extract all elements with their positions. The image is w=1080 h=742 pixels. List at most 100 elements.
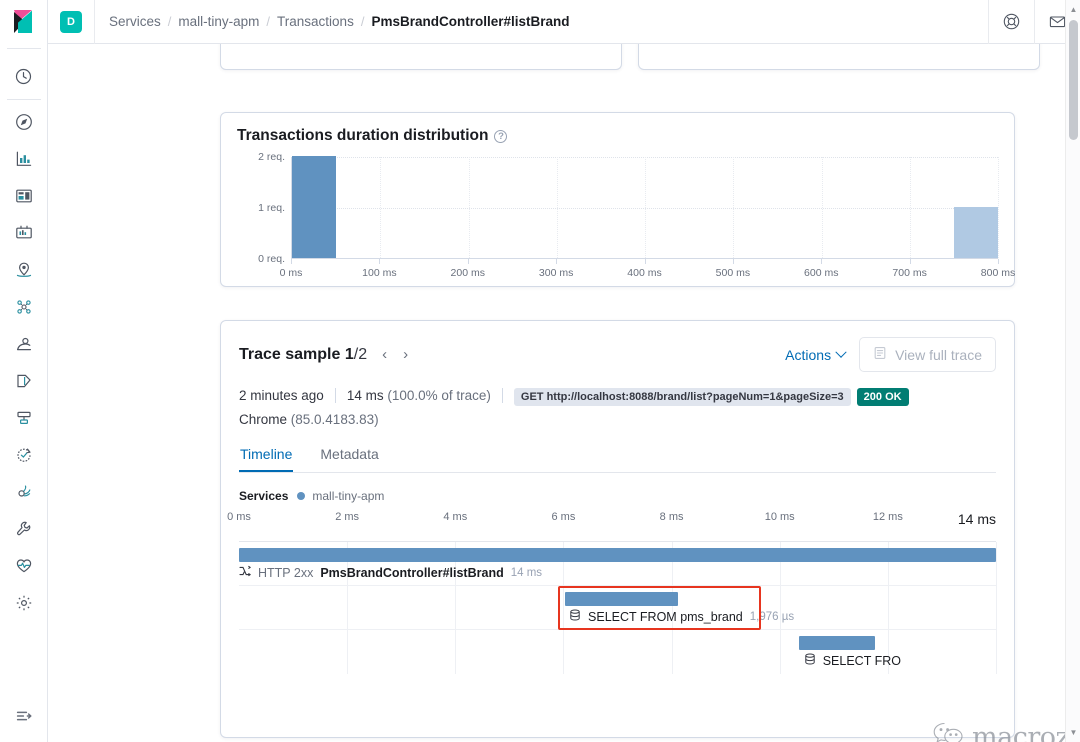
- breadcrumb-current-transaction: PmsBrandController#listBrand: [371, 14, 570, 29]
- span-duration: 14 ms: [510, 566, 543, 579]
- global-nav-rail: [0, 0, 48, 742]
- x-tick-label: 0 ms: [279, 267, 303, 279]
- recently-viewed-icon[interactable]: [0, 58, 48, 95]
- maps-icon[interactable]: [0, 251, 48, 288]
- vertical-gridline: [998, 157, 999, 258]
- trace-tabs: Timeline Metadata: [239, 443, 996, 473]
- siem-icon[interactable]: [0, 473, 48, 510]
- span-bar[interactable]: [239, 548, 996, 562]
- database-icon: [804, 653, 816, 668]
- management-icon[interactable]: [0, 584, 48, 621]
- help-circle-icon[interactable]: ?: [494, 129, 508, 143]
- main-content: Avg. 269 ms 95th percentile 99th percent…: [48, 44, 1080, 742]
- trace-sample-header: Trace sample 1/2 ‹ › Actions View full t…: [239, 337, 996, 372]
- trace-sample-current: 1: [344, 345, 354, 363]
- breadcrumb-services[interactable]: Services: [109, 14, 161, 29]
- waterfall-row-db-1[interactable]: SELECT FROM pms_brand 1,976 µs: [239, 586, 996, 630]
- y-tick-label: 0 req.: [258, 253, 285, 265]
- tab-metadata[interactable]: Metadata: [319, 443, 379, 472]
- scroll-up-button[interactable]: ▲: [1066, 2, 1080, 17]
- breadcrumb-separator: /: [167, 14, 172, 29]
- discover-icon[interactable]: [0, 103, 48, 140]
- rail-divider: [6, 99, 41, 100]
- x-tick: [909, 259, 911, 264]
- visualize-icon[interactable]: [0, 140, 48, 177]
- breadcrumb-service-name[interactable]: mall-tiny-apm: [178, 14, 259, 29]
- x-tick-label: 600 ms: [804, 267, 839, 279]
- x-tick-label: 100 ms: [362, 267, 397, 279]
- span-label: SELECT FRO: [804, 653, 901, 668]
- monitoring-icon[interactable]: [0, 547, 48, 584]
- page-scrollbar[interactable]: ▲ ▼: [1065, 0, 1080, 742]
- waterfall-axis: 0 ms 2 ms 4 ms 6 ms 8 ms 10 ms 12 ms 14 ms: [227, 511, 996, 537]
- chevron-down-icon: [835, 346, 847, 358]
- distribution-bar[interactable]: [953, 207, 998, 258]
- x-tick: [379, 259, 381, 264]
- uptime-icon[interactable]: [0, 436, 48, 473]
- x-tick-label: 400 ms: [627, 267, 662, 279]
- waterfall-row-transaction[interactable]: HTTP 2xx PmsBrandController#listBrand 14…: [239, 542, 996, 586]
- apm-icon[interactable]: [0, 399, 48, 436]
- waterfall-tick-label: 0 ms: [227, 511, 251, 523]
- machine-learning-icon[interactable]: [0, 288, 48, 325]
- top-charts-row: Avg. 269 ms 95th percentile 99th percent…: [220, 44, 1040, 70]
- distribution-bar[interactable]: [292, 156, 337, 258]
- panel-title: Transactions duration distribution ?: [237, 127, 998, 145]
- actions-label: Actions: [785, 346, 832, 363]
- vertical-gridline: [468, 157, 470, 258]
- x-tick: [467, 259, 469, 264]
- prev-trace-button[interactable]: ‹: [379, 345, 390, 364]
- trace-timestamp: 2 minutes ago: [239, 388, 324, 403]
- breadcrumb: Services / mall-tiny-apm / Transactions …: [95, 14, 988, 29]
- x-tick-label: 800 ms: [980, 267, 1016, 279]
- vertical-gridline: [733, 157, 735, 258]
- actions-button[interactable]: Actions: [785, 346, 847, 363]
- scrollbar-thumb[interactable]: [1069, 20, 1078, 140]
- transaction-icon: [239, 565, 251, 580]
- collapse-nav-icon[interactable]: [0, 698, 48, 734]
- services-legend: Services mall-tiny-apm: [239, 489, 996, 503]
- trace-sample-label: Trace sample: [239, 345, 341, 363]
- view-full-trace-button[interactable]: View full trace: [859, 337, 996, 372]
- dashboard-icon[interactable]: [0, 177, 48, 214]
- breadcrumb-transactions[interactable]: Transactions: [277, 14, 354, 29]
- waterfall-tick-label: 4 ms: [443, 511, 468, 523]
- plot-area[interactable]: [291, 156, 999, 259]
- rail-divider-top: [6, 48, 41, 49]
- waterfall-tick-label: 2 ms: [335, 511, 360, 523]
- span-duration: 1,976 µs: [749, 610, 795, 623]
- infrastructure-icon[interactable]: [0, 325, 48, 362]
- x-tick: [556, 259, 558, 264]
- span-kind: HTTP 2xx: [258, 565, 314, 580]
- x-tick: [998, 259, 999, 264]
- avatar[interactable]: D: [60, 10, 82, 33]
- trace-sample-title: Trace sample 1/2: [239, 346, 367, 364]
- service-legend-item[interactable]: mall-tiny-apm: [297, 489, 384, 503]
- dev-tools-icon[interactable]: [0, 510, 48, 547]
- waterfall-tick-label: 12 ms: [872, 511, 903, 523]
- help-icon[interactable]: [988, 0, 1034, 44]
- browser-version: (85.0.4183.83): [290, 412, 379, 427]
- next-trace-button[interactable]: ›: [400, 345, 411, 364]
- document-icon: [873, 346, 887, 363]
- database-icon: [569, 609, 581, 624]
- tab-timeline[interactable]: Timeline: [239, 443, 293, 472]
- duration-distribution-panel: Transactions duration distribution ? 0 r…: [220, 112, 1015, 287]
- request-url-badge[interactable]: GET http://localhost:8088/brand/list?pag…: [513, 388, 851, 406]
- logs-icon[interactable]: [0, 362, 48, 399]
- waterfall-row-db-2[interactable]: SELECT FRO: [239, 630, 996, 674]
- x-tick: [821, 259, 823, 264]
- apm-transaction-details-page: D Services / mall-tiny-apm / Transaction…: [0, 0, 1080, 742]
- span-bar[interactable]: [564, 592, 679, 606]
- distribution-title: Transactions duration distribution: [237, 127, 489, 144]
- scroll-down-button[interactable]: ▼: [1066, 725, 1080, 740]
- trace-sample-total: /2: [353, 345, 368, 363]
- vertical-gridline: [821, 157, 823, 258]
- kibana-logo[interactable]: [0, 0, 48, 44]
- services-label: Services: [239, 489, 289, 503]
- trace-header-actions: Actions View full trace: [785, 337, 996, 372]
- canvas-icon[interactable]: [0, 214, 48, 251]
- x-tick-label: 300 ms: [538, 267, 574, 279]
- span-bar[interactable]: [799, 636, 875, 650]
- span-name: PmsBrandController#listBrand: [320, 565, 504, 580]
